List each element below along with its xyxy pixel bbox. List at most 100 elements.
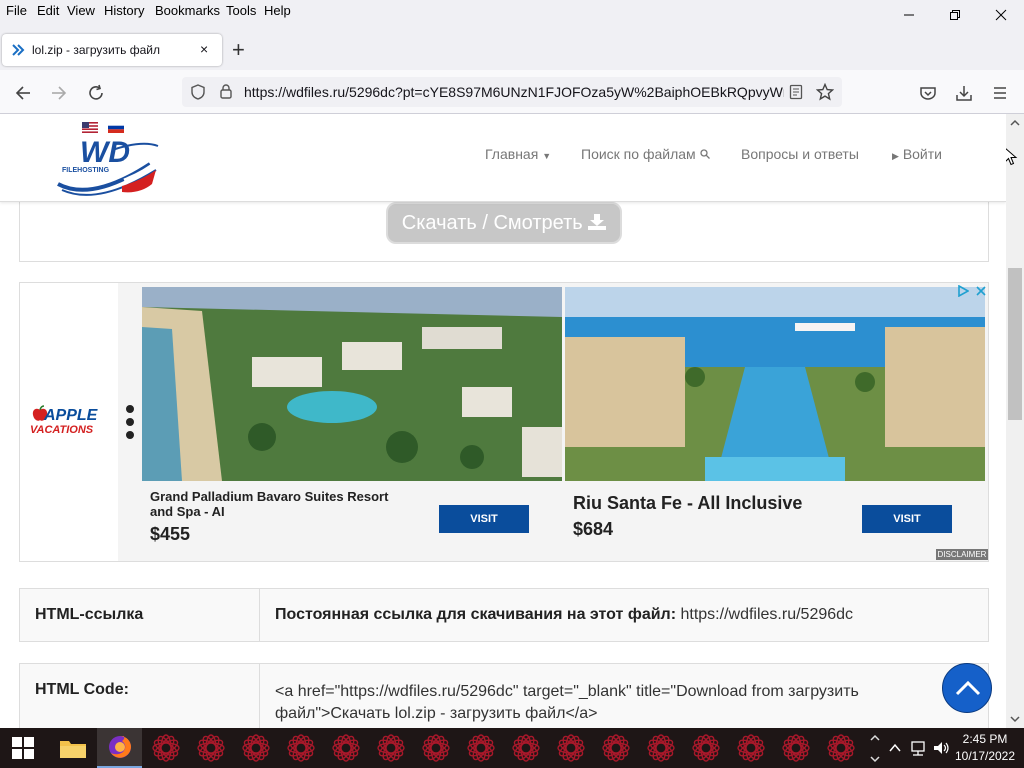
chevron-up-icon[interactable]	[888, 741, 902, 755]
url-text: https://wdfiles.ru/5296dc?pt=cYE8S97M6UN…	[244, 84, 784, 100]
chevron-up-icon	[955, 680, 981, 696]
app-mandala-icon	[646, 734, 675, 762]
menu-view[interactable]: View	[67, 3, 95, 18]
taskbar-app-button[interactable]	[188, 728, 233, 768]
taskbar-app-button[interactable]	[233, 728, 278, 768]
network-icon[interactable]	[909, 740, 927, 756]
url-bar[interactable]: https://wdfiles.ru/5296dc?pt=cYE8S97M6UN…	[182, 77, 842, 107]
menu-file[interactable]: File	[6, 3, 27, 18]
back-button[interactable]	[12, 82, 34, 104]
scroll-to-top-button[interactable]	[942, 663, 992, 713]
page-viewport: WD FILEHOSTING Главная ▼ Поиск по файлам…	[0, 114, 1006, 728]
forward-button[interactable]	[48, 82, 70, 104]
app-mandala-icon	[331, 734, 360, 762]
app-mandala-icon	[196, 734, 225, 762]
menu-bookmarks[interactable]: Bookmarks	[155, 3, 220, 18]
taskbar-app-button[interactable]	[728, 728, 773, 768]
file-explorer-button[interactable]	[50, 728, 95, 768]
scroll-up-arrow-icon[interactable]	[869, 733, 881, 743]
start-button[interactable]	[0, 728, 45, 768]
download-tray-icon	[588, 214, 607, 230]
site-favicon-icon	[12, 44, 25, 56]
lock-icon	[220, 84, 232, 99]
pocket-button[interactable]	[917, 82, 939, 104]
volume-icon[interactable]	[932, 740, 950, 756]
taskbar-app-button[interactable]	[278, 728, 323, 768]
download-icon	[956, 86, 972, 101]
site-logo[interactable]: WD FILEHOSTING	[52, 136, 162, 202]
table-row: HTML Code: <a href="https://wdfiles.ru/5…	[19, 663, 989, 728]
scroll-up-arrow-icon[interactable]	[1006, 116, 1024, 130]
firefox-taskbar-button[interactable]	[97, 728, 142, 768]
reader-view-icon[interactable]	[788, 84, 804, 100]
taskbar-app-button[interactable]	[323, 728, 368, 768]
permalink-url[interactable]: https://wdfiles.ru/5296dc	[676, 606, 853, 623]
ad-close-icon[interactable]	[975, 285, 987, 297]
resort-pool-image	[565, 287, 985, 481]
ad-offer-1[interactable]: Grand Palladium Bavaro Suites Resort and…	[142, 283, 564, 561]
scrollbar-thumb[interactable]	[1008, 268, 1022, 420]
ad-options-icon[interactable]	[126, 405, 134, 445]
scroll-down-arrow-icon[interactable]	[869, 754, 881, 764]
app-menu-button[interactable]	[989, 82, 1011, 104]
table-row: HTML-ссылка Постоянная ссылка для скачив…	[19, 588, 989, 642]
taskbar-app-button[interactable]	[683, 728, 728, 768]
ad-offer-2-visit-button[interactable]: VISIT	[862, 505, 952, 533]
ad-image-resort-aerial[interactable]	[142, 287, 562, 481]
tab-active[interactable]: lol.zip - загрузить файл ×	[2, 34, 222, 66]
download-button[interactable]: Скачать / Смотреть	[386, 202, 622, 244]
nav-home-label: Главная	[485, 146, 539, 162]
ad-offer-2[interactable]: Riu Santa Fe - All Inclusive $684 VISIT …	[565, 283, 988, 561]
close-icon	[995, 9, 1007, 21]
bookmark-star-icon[interactable]	[816, 83, 834, 101]
menu-history[interactable]: History	[104, 3, 144, 18]
taskbar-app-button[interactable]	[143, 728, 188, 768]
app-mandala-icon	[286, 734, 315, 762]
ad-brand-panel[interactable]: APPLE VACATIONS	[20, 283, 118, 561]
caret-down-icon: ▼	[542, 151, 552, 161]
menu-tools[interactable]: Tools	[226, 3, 256, 18]
app-mandala-icon	[511, 734, 540, 762]
taskbar-app-button[interactable]	[413, 728, 458, 768]
nav-login[interactable]: ▶ Войти	[892, 146, 942, 162]
taskbar-app-button[interactable]	[638, 728, 683, 768]
taskbar-app-button[interactable]	[368, 728, 413, 768]
nav-search[interactable]: Поиск по файлам	[581, 146, 710, 162]
app-mandala-icon	[556, 734, 585, 762]
logo-subtext: FILEHOSTING	[62, 167, 110, 174]
menu-bar: File Edit View History Bookmarks Tools H…	[0, 0, 1024, 22]
ad-offer-1-visit-button[interactable]: VISIT	[439, 505, 529, 533]
system-clock[interactable]: 2:45 PM 10/17/2022	[950, 731, 1020, 765]
app-mandala-icon	[421, 734, 450, 762]
nav-faq[interactable]: Вопросы и ответы	[741, 146, 859, 162]
taskbar-app-button[interactable]	[458, 728, 503, 768]
ad-disclaimer[interactable]: DISCLAIMER	[936, 549, 988, 560]
downloads-button[interactable]	[953, 82, 975, 104]
ad-banner[interactable]: APPLE VACATIONS Grand Palladium Bavaro S…	[19, 282, 989, 562]
adchoices-icon[interactable]	[957, 285, 969, 297]
menu-edit[interactable]: Edit	[37, 3, 59, 18]
us-flag-icon[interactable]	[82, 122, 98, 133]
html-code-line-2: файл">Скачать lol.zip - загрузить файл</…	[275, 705, 598, 722]
firefox-icon	[108, 736, 131, 758]
app-mandala-icon	[601, 734, 630, 762]
taskbar-app-button[interactable]	[773, 728, 818, 768]
tab-close-icon[interactable]: ×	[200, 41, 208, 57]
ad-offer-2-price: $684	[573, 519, 614, 539]
nav-login-label: Войти	[902, 146, 942, 162]
scroll-down-arrow-icon[interactable]	[1006, 712, 1024, 726]
taskbar-app-button[interactable]	[548, 728, 593, 768]
folder-icon	[59, 741, 86, 758]
page-scrollbar[interactable]	[1006, 114, 1024, 728]
reload-button[interactable]	[85, 82, 107, 104]
taskbar-app-button[interactable]	[818, 728, 863, 768]
menu-help[interactable]: Help	[264, 3, 291, 18]
row-value-html-code[interactable]: <a href="https://wdfiles.ru/5296dc" targ…	[260, 664, 988, 728]
ru-flag-icon[interactable]	[108, 122, 124, 133]
new-tab-button[interactable]: +	[232, 39, 245, 61]
taskbar-app-button[interactable]	[593, 728, 638, 768]
nav-home[interactable]: Главная ▼	[485, 146, 551, 162]
ad-image-resort-pool[interactable]	[565, 287, 985, 481]
app-mandala-icon	[466, 734, 495, 762]
taskbar-app-button[interactable]	[503, 728, 548, 768]
